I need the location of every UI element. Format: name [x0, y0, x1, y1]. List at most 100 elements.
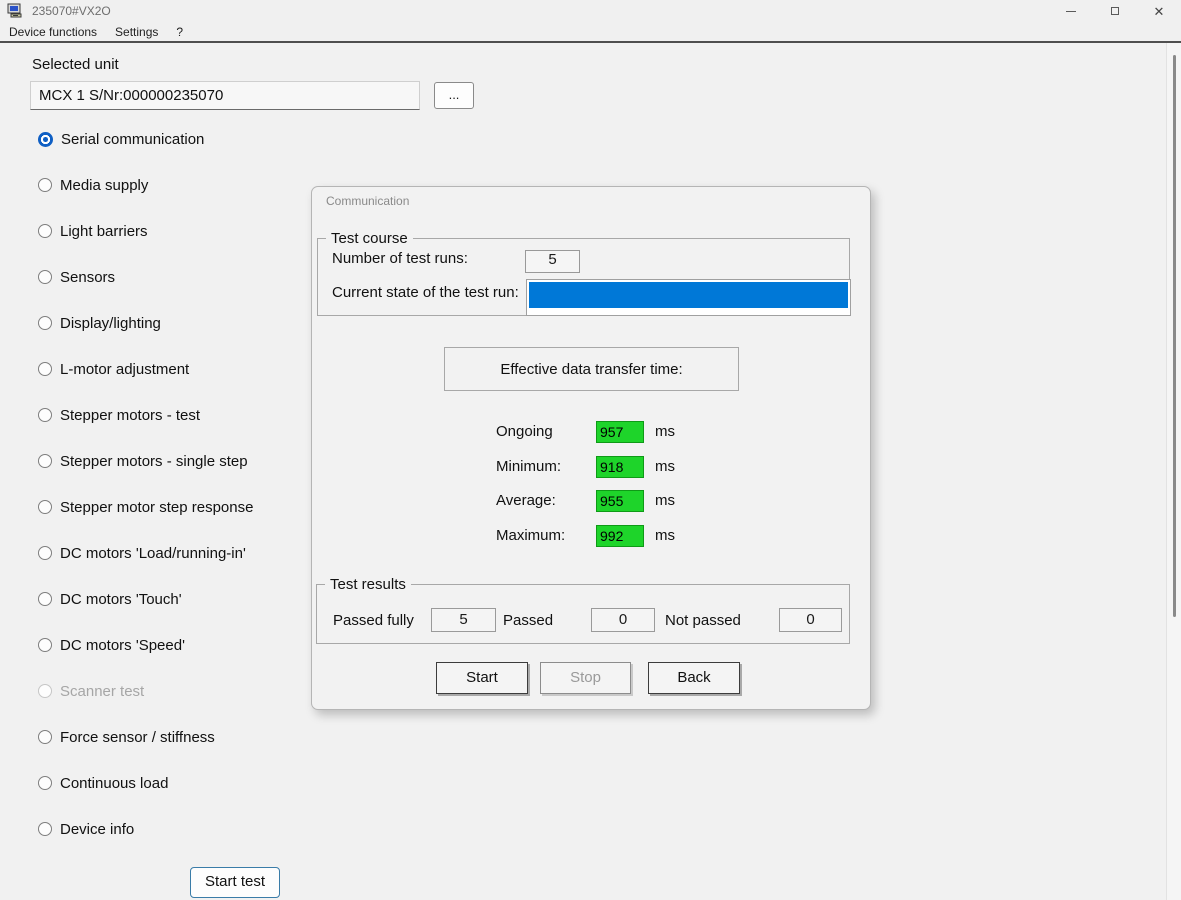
- test-option-label: Media supply: [60, 177, 148, 194]
- test-option-label: DC motors 'Touch': [60, 591, 182, 608]
- passed-value: 0: [591, 608, 655, 632]
- app-icon: [7, 3, 24, 19]
- passed-fully-label: Passed fully: [333, 610, 414, 632]
- test-option-dc-motors-touch[interactable]: DC motors 'Touch': [38, 589, 182, 609]
- passed-fully-value: 5: [431, 608, 496, 632]
- current-state-label: Current state of the test run:: [332, 284, 519, 301]
- radio-icon: [38, 546, 52, 560]
- test-option-media-supply[interactable]: Media supply: [38, 175, 148, 195]
- not-passed-value: 0: [779, 608, 842, 632]
- window-title: 235070#VX2O: [32, 4, 111, 18]
- menu-settings[interactable]: Settings: [106, 23, 167, 41]
- radio-icon: [38, 270, 52, 284]
- test-option-label: Force sensor / stiffness: [60, 729, 215, 746]
- radio-icon: [38, 408, 52, 422]
- passed-label: Passed: [503, 610, 553, 632]
- dialog-back-button[interactable]: Back: [648, 662, 740, 694]
- test-option-l-motor-adjustment[interactable]: L-motor adjustment: [38, 359, 189, 379]
- maximum-value: 992: [596, 525, 644, 547]
- number-of-test-runs-label: Number of test runs:: [332, 250, 468, 267]
- menu-help[interactable]: ?: [167, 23, 192, 41]
- minimize-icon: [1066, 11, 1076, 12]
- test-option-light-barriers[interactable]: Light barriers: [38, 221, 148, 241]
- maximum-unit: ms: [655, 525, 675, 547]
- progress-fill: [529, 282, 848, 308]
- test-option-label: Display/lighting: [60, 315, 161, 332]
- radio-icon: [38, 316, 52, 330]
- test-option-label: Stepper motor step response: [60, 499, 253, 516]
- minimum-unit: ms: [655, 456, 675, 478]
- test-run-progress-bar: [526, 279, 851, 316]
- test-option-dc-motors-speed[interactable]: DC motors 'Speed': [38, 635, 185, 655]
- radio-icon: [38, 454, 52, 468]
- test-option-label: DC motors 'Speed': [60, 637, 185, 654]
- test-option-label: Serial communication: [61, 131, 204, 148]
- test-results-legend: Test results: [325, 576, 411, 593]
- dialog-start-button[interactable]: Start: [436, 662, 528, 694]
- radio-icon: [38, 730, 52, 744]
- effective-data-transfer-time-header: Effective data transfer time:: [444, 347, 739, 391]
- test-option-dc-motors-load-running-in[interactable]: DC motors 'Load/running-in': [38, 543, 246, 563]
- radio-icon: [38, 592, 52, 606]
- test-option-label: Sensors: [60, 269, 115, 286]
- average-value: 955: [596, 490, 644, 512]
- dialog-title: Communication: [326, 194, 409, 208]
- test-option-serial-communication[interactable]: Serial communication: [38, 129, 204, 149]
- selected-unit-field[interactable]: [30, 81, 420, 110]
- radio-icon: [38, 362, 52, 376]
- radio-icon: [38, 776, 52, 790]
- test-option-sensors[interactable]: Sensors: [38, 267, 115, 287]
- test-option-device-info[interactable]: Device info: [38, 819, 134, 839]
- minimum-label: Minimum:: [496, 456, 561, 478]
- test-option-label: Light barriers: [60, 223, 148, 240]
- radio-icon: [38, 132, 53, 147]
- browse-unit-button[interactable]: ...: [434, 82, 474, 109]
- minimum-value: 918: [596, 456, 644, 478]
- radio-icon: [38, 684, 52, 698]
- test-course-group: Test course Number of test runs: 5 Curre…: [317, 238, 850, 316]
- not-passed-label: Not passed: [665, 610, 741, 632]
- average-label: Average:: [496, 490, 556, 512]
- ongoing-value: 957: [596, 421, 644, 443]
- test-option-display-lighting[interactable]: Display/lighting: [38, 313, 161, 333]
- test-option-force-sensor-stiffness[interactable]: Force sensor / stiffness: [38, 727, 215, 747]
- test-option-stepper-motors-single-step[interactable]: Stepper motors - single step: [38, 451, 248, 471]
- test-course-legend: Test course: [326, 230, 413, 247]
- test-option-scanner-test[interactable]: Scanner test: [38, 681, 144, 701]
- maximum-label: Maximum:: [496, 525, 565, 547]
- radio-icon: [38, 500, 52, 514]
- window-controls: ✕: [1049, 0, 1181, 22]
- start-test-button[interactable]: Start test: [190, 867, 280, 898]
- test-option-stepper-motors-test[interactable]: Stepper motors - test: [38, 405, 200, 425]
- test-option-label: Continuous load: [60, 775, 168, 792]
- test-option-label: Stepper motors - test: [60, 407, 200, 424]
- test-option-label: Stepper motors - single step: [60, 453, 248, 470]
- close-icon: ✕: [1154, 5, 1165, 18]
- test-option-label: Device info: [60, 821, 134, 838]
- test-option-stepper-motor-step-response[interactable]: Stepper motor step response: [38, 497, 253, 517]
- communication-dialog: Communication Test course Number of test…: [311, 186, 871, 710]
- radio-icon: [38, 224, 52, 238]
- test-option-label: DC motors 'Load/running-in': [60, 545, 246, 562]
- radio-icon: [38, 178, 52, 192]
- number-of-test-runs-field[interactable]: 5: [525, 250, 580, 273]
- menu-device-functions[interactable]: Device functions: [0, 23, 106, 41]
- close-button[interactable]: ✕: [1137, 0, 1181, 22]
- ongoing-label: Ongoing: [496, 421, 553, 443]
- title-bar: 235070#VX2O ✕: [0, 0, 1181, 22]
- vertical-scrollbar-thumb[interactable]: [1173, 55, 1176, 617]
- average-unit: ms: [655, 490, 675, 512]
- test-option-label: L-motor adjustment: [60, 361, 189, 378]
- restore-icon: [1111, 7, 1119, 15]
- client-area: Selected unit ... Serial communication M…: [0, 43, 1181, 900]
- selected-unit-label: Selected unit: [32, 56, 119, 73]
- test-option-continuous-load[interactable]: Continuous load: [38, 773, 168, 793]
- vertical-scrollbar-track[interactable]: [1166, 43, 1181, 900]
- test-option-label: Scanner test: [60, 683, 144, 700]
- restore-button[interactable]: [1093, 0, 1137, 22]
- dialog-stop-button[interactable]: Stop: [540, 662, 631, 694]
- minimize-button[interactable]: [1049, 0, 1093, 22]
- radio-icon: [38, 638, 52, 652]
- ongoing-unit: ms: [655, 421, 675, 443]
- menu-bar: Device functions Settings ?: [0, 22, 1181, 41]
